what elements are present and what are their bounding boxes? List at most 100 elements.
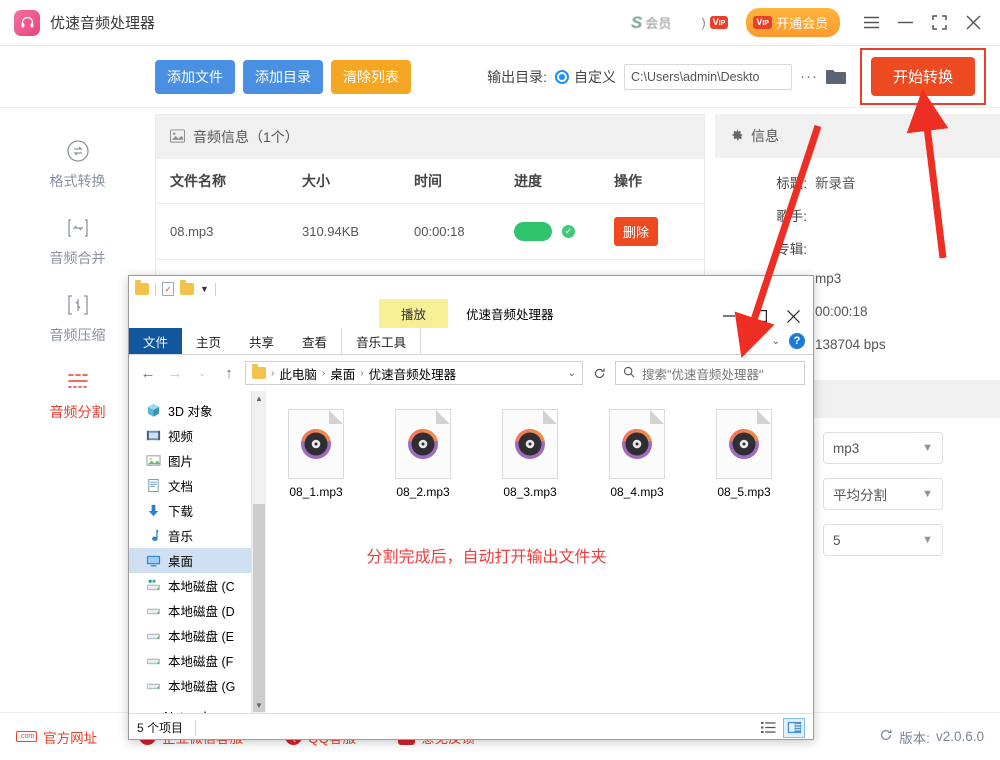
- close-icon[interactable]: [956, 8, 990, 38]
- open-vip-button[interactable]: VIP 开通会员: [746, 8, 840, 37]
- minimize-icon[interactable]: [713, 304, 745, 328]
- clear-list-button[interactable]: 清除列表: [331, 60, 411, 94]
- explorer-title-row: 播放 优速音频处理器: [129, 302, 813, 328]
- open-folder-icon[interactable]: [826, 69, 846, 85]
- tree-label: 桌面: [168, 551, 193, 570]
- play-contextual-tab[interactable]: 播放: [379, 299, 448, 328]
- dotcom-icon: .com: [16, 731, 37, 743]
- large-icons-view-icon[interactable]: [783, 718, 805, 738]
- folder-icon[interactable]: [180, 283, 194, 295]
- tree-item-drive-d[interactable]: 本地磁盘 (D: [129, 598, 251, 623]
- breadcrumb-current[interactable]: 优速音频处理器: [369, 364, 457, 383]
- select-value: 5: [833, 533, 841, 548]
- version-info[interactable]: 版本: v2.0.6.0: [879, 727, 984, 747]
- file-item[interactable]: 08_5.mp3: [708, 409, 780, 499]
- details-view-icon[interactable]: [757, 718, 779, 738]
- tree-label: 本地磁盘 (G: [168, 676, 235, 695]
- file-item[interactable]: 08_3.mp3: [494, 409, 566, 499]
- tree-item-downloads[interactable]: 下载: [129, 498, 251, 523]
- ribbon-tab-file[interactable]: 文件: [129, 328, 182, 354]
- tree-item-desktop[interactable]: 桌面: [129, 548, 251, 573]
- file-item[interactable]: 08_1.mp3: [280, 409, 352, 499]
- add-directory-button[interactable]: 添加目录: [243, 60, 323, 94]
- search-placeholder: 搜索"优速音频处理器": [642, 364, 763, 383]
- mp3-file-icon: [716, 409, 772, 479]
- close-icon[interactable]: [777, 304, 809, 328]
- tree-item-videos[interactable]: 视频: [129, 423, 251, 448]
- breadcrumb[interactable]: › 此电脑 › 桌面 › 优速音频处理器 ⌄: [245, 361, 583, 385]
- scroll-down-icon[interactable]: ▼: [252, 698, 266, 713]
- chevron-down-icon: ▼: [922, 534, 933, 546]
- start-convert-button[interactable]: 开始转换: [871, 57, 975, 96]
- split-count-select[interactable]: 5 ▼: [823, 524, 943, 556]
- search-input[interactable]: 搜索"优速音频处理器": [615, 361, 805, 385]
- tree-item-drive-e[interactable]: 本地磁盘 (E: [129, 623, 251, 648]
- arrow-left-icon[interactable]: ←: [137, 362, 159, 384]
- sidebar-item-format-convert[interactable]: 格式转换: [0, 126, 155, 203]
- breadcrumb-this-pc[interactable]: 此电脑: [279, 364, 317, 383]
- output-path-input[interactable]: [624, 64, 792, 90]
- chevron-down-icon[interactable]: ⌄: [191, 362, 213, 384]
- chevron-down-icon[interactable]: ⌄: [772, 336, 780, 347]
- hamburger-menu-icon[interactable]: [854, 8, 888, 38]
- cell-action: 删除: [600, 204, 704, 260]
- ribbon-tab-music-tools[interactable]: 音乐工具: [341, 328, 421, 354]
- output-custom-radio[interactable]: 自定义: [555, 67, 616, 87]
- official-website-link[interactable]: .com 官方网址: [16, 727, 97, 747]
- tree-item-documents[interactable]: 文档: [129, 473, 251, 498]
- file-item[interactable]: 08_4.mp3: [601, 409, 673, 499]
- chevron-down-icon: ▼: [922, 488, 933, 500]
- address-bar: ← → ⌄ ↑ › 此电脑 › 桌面 › 优速音频处理器 ⌄ 搜索"优速音频处理…: [129, 355, 813, 391]
- file-item[interactable]: 08_2.mp3: [387, 409, 459, 499]
- scrollbar-thumb[interactable]: [253, 504, 265, 712]
- toolbar: 添加文件 添加目录 清除列表 输出目录: 自定义 ··· 开始转换: [0, 46, 1000, 108]
- tree-item-network[interactable]: Network: [129, 706, 251, 713]
- maximize-icon[interactable]: [745, 304, 777, 328]
- chevron-down-icon[interactable]: ▼: [200, 284, 209, 294]
- refresh-icon[interactable]: [588, 362, 610, 384]
- scroll-up-icon[interactable]: ▲: [252, 391, 266, 406]
- sidebar-item-audio-merge[interactable]: 音频合并: [0, 203, 155, 280]
- output-dir-label: 输出目录:: [487, 67, 547, 87]
- split-mode-select[interactable]: 平均分割 ▼: [823, 478, 943, 510]
- tree-item-music[interactable]: 音乐: [129, 523, 251, 548]
- ribbon-tab-view[interactable]: 查看: [288, 328, 341, 354]
- ribbon-tab-share[interactable]: 共享: [235, 328, 288, 354]
- arrow-right-icon[interactable]: →: [164, 362, 186, 384]
- system-drive-icon: [145, 578, 161, 594]
- info-row-artist: 歌手:: [715, 205, 986, 225]
- chevron-down-icon: ▼: [922, 442, 933, 454]
- file-explorer-window[interactable]: ✓ ▼ 播放 优速音频处理器 文件 主页 共享 查看 音乐工具 ⌄ ?: [128, 275, 814, 740]
- arrow-up-icon[interactable]: ↑: [218, 362, 240, 384]
- cell-size: 310.94KB: [288, 204, 400, 260]
- select-value: mp3: [833, 441, 859, 456]
- tree-item-pictures[interactable]: 图片: [129, 448, 251, 473]
- add-file-button[interactable]: 添加文件: [155, 60, 235, 94]
- info-key: 歌手:: [715, 205, 807, 225]
- table-row[interactable]: 08.mp3 310.94KB 00:00:18 ✓ 删除: [156, 204, 704, 260]
- mp3-file-icon: [609, 409, 665, 479]
- chevron-down-icon[interactable]: ⌄: [568, 368, 576, 379]
- desktop-icon: [145, 553, 161, 569]
- file-grid[interactable]: 08_1.mp3 08_2.mp3: [266, 391, 813, 713]
- file-name: 08_3.mp3: [494, 485, 566, 499]
- navigation-scrollbar[interactable]: ▲ ▼: [251, 391, 266, 713]
- help-icon[interactable]: ?: [789, 333, 805, 349]
- ribbon-tab-home[interactable]: 主页: [182, 328, 235, 354]
- maximize-icon[interactable]: [922, 8, 956, 38]
- breadcrumb-desktop[interactable]: 桌面: [330, 364, 355, 383]
- output-custom-label: 自定义: [574, 67, 616, 87]
- gear-icon: [729, 128, 743, 145]
- delete-button[interactable]: 删除: [614, 217, 658, 246]
- folder-icon[interactable]: [135, 283, 149, 295]
- more-options-button[interactable]: ···: [800, 68, 818, 85]
- properties-icon[interactable]: ✓: [162, 282, 174, 296]
- tree-item-drive-c[interactable]: 本地磁盘 (C: [129, 573, 251, 598]
- tree-item-drive-g[interactable]: 本地磁盘 (G: [129, 673, 251, 698]
- tree-item-drive-f[interactable]: 本地磁盘 (F: [129, 648, 251, 673]
- tree-item-3d-objects[interactable]: 3D 对象: [129, 398, 251, 423]
- output-format-select[interactable]: mp3 ▼: [823, 432, 943, 464]
- info-row-album: 专辑:: [715, 238, 986, 258]
- info-row-title: 标题: 新录音: [715, 172, 986, 192]
- minimize-icon[interactable]: [888, 8, 922, 38]
